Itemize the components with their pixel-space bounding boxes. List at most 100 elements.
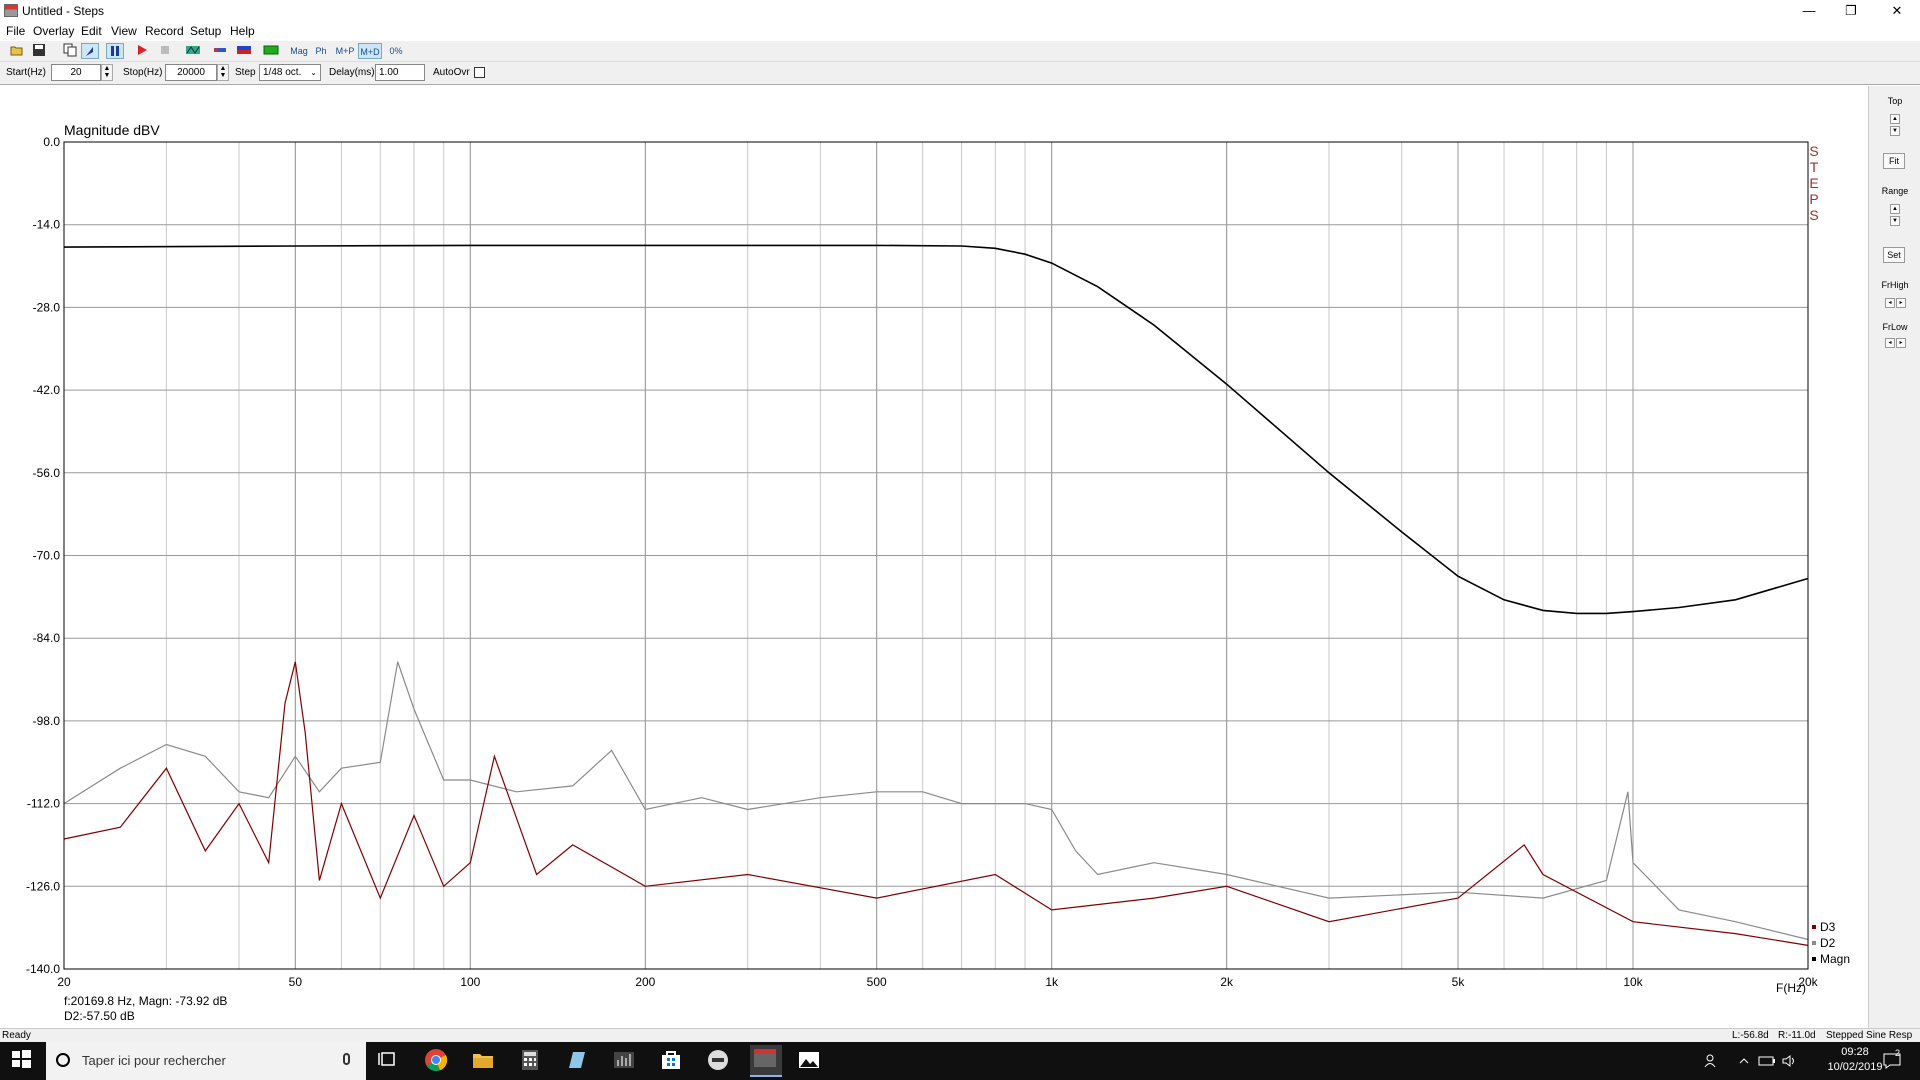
range-up-button[interactable]: ▲ [1890,204,1900,214]
watermark-letter: P [1809,191,1818,207]
step-select[interactable]: 1/48 oct. ⌄ [259,64,321,81]
frhigh-left-button[interactable]: ◂ [1885,298,1895,308]
close-button[interactable]: ✕ [1874,0,1920,22]
menu-setup[interactable]: Setup [190,24,221,38]
people-icon[interactable] [1704,1042,1720,1080]
menu-overlay[interactable]: Overlay [33,24,74,38]
stop-icon[interactable] [157,43,173,59]
mode-mag-button[interactable]: Mag [288,43,310,59]
menu-record[interactable]: Record [145,24,184,38]
x-tick-label: 1k [1045,975,1059,989]
right-panel: Top ▲ ▼ Fit Range ▲ ▼ Set FrHigh ◂ ▸ FrL… [1868,86,1920,1028]
top-down-button[interactable]: ▼ [1890,126,1900,136]
y-tick-label: 0.0 [43,135,60,149]
analyzer-icon[interactable] [612,1048,638,1074]
top-up-button[interactable]: ▲ [1890,114,1900,124]
photos-icon[interactable] [797,1048,823,1074]
save-icon[interactable] [31,43,47,59]
mode-phase-button[interactable]: Ph [313,43,329,59]
frhigh-label: FrHigh [1881,280,1909,290]
media-player-icon[interactable] [706,1048,732,1074]
speaker-icon[interactable] [1782,1042,1798,1080]
frlow-right-button[interactable]: ▸ [1896,338,1906,348]
y-tick-label: -70.0 [33,549,61,563]
delay-input[interactable]: 1.00 [375,64,425,81]
taskbar-search[interactable]: Taper ici pour rechercher [46,1042,366,1080]
windows-start-icon[interactable] [10,1048,36,1074]
x-tick-label: 500 [867,975,887,989]
watermark-letter: S [1809,143,1818,159]
frhigh-right-button[interactable]: ▸ [1896,298,1906,308]
pointer-icon[interactable] [81,43,99,59]
y-tick-label: -42.0 [33,383,61,397]
x-tick-labels: 20 50 100 200 500 1k 2k 5k 10k 20k [57,975,1818,989]
calculator-icon[interactable] [518,1048,544,1074]
title-bar: Untitled - Steps — ❐ ✕ [0,0,1920,22]
legend-label-magn: Magn [1820,952,1850,966]
range-label: Range [1881,186,1909,196]
minimize-button[interactable]: — [1786,0,1832,22]
microphone-icon[interactable] [343,1053,350,1065]
set-button[interactable]: Set [1883,247,1905,263]
autoovr-checkbox[interactable] [474,67,485,78]
step-select-value: 1/48 oct. [263,67,302,78]
clock-time: 09:28 [1841,1046,1869,1058]
stop-spinner[interactable]: ▲ ▼ [217,64,229,81]
link-icon[interactable] [211,43,229,59]
chevron-up-icon[interactable] [1738,1042,1750,1080]
pause-icon[interactable] [106,43,124,59]
y-tick-label: -98.0 [33,714,61,728]
menu-edit[interactable]: Edit [81,24,102,38]
steps-app-icon[interactable] [750,1045,782,1077]
magnitude-chart[interactable]: 0.0 -14.0 -28.0 -42.0 -56.0 -70.0 -84.0 -98.0 -1… [0,86,1868,1028]
clock[interactable]: 09:28 10/02/2019 [1820,1045,1890,1075]
copy-icon[interactable] [62,43,78,59]
search-icon [56,1053,70,1067]
x-axis-label: F(Hz) [1776,981,1806,995]
file-explorer-icon[interactable] [471,1048,497,1074]
toolbar: Mag Ph M+P M+D 0% [0,41,1920,62]
legend-swatch-d3 [1812,925,1816,929]
plot-area[interactable]: 0.0 -14.0 -28.0 -42.0 -56.0 -70.0 -84.0 -98.0 -1… [0,86,1868,1028]
stop-hz-input[interactable]: 20000 [165,64,217,81]
search-placeholder: Taper ici pour rechercher [82,1053,226,1068]
restore-button[interactable]: ❐ [1828,0,1874,22]
mode-mag-dist-button[interactable]: M+D [358,43,382,59]
notes-icon[interactable] [565,1048,591,1074]
watermark-letter: S [1809,207,1818,223]
pattern-icon[interactable] [184,43,202,59]
range-down-button[interactable]: ▼ [1890,216,1900,226]
series-line-magn [63,244,1809,615]
fit-button[interactable]: Fit [1883,153,1905,169]
cursor-readout-2: D2:-57.50 dB [64,1009,135,1023]
taskbar: Taper ici pour rechercher 09:28 10/02/20… [0,1042,1920,1080]
record-icon[interactable] [134,43,150,59]
legend: D3 D2 Magn [1812,920,1850,966]
y-tick-labels: 0.0 -14.0 -28.0 -42.0 -56.0 -70.0 -84.0 -98.0 -1… [26,135,60,976]
frlow-left-button[interactable]: ◂ [1885,338,1895,348]
params-bar: Start(Hz) 20 ▲ ▼ Stop(Hz) 20000 ▲ ▼ Step 1… [0,62,1920,85]
task-view-icon[interactable] [377,1048,403,1074]
screen-icon[interactable] [262,43,280,59]
chart-title: Magnitude dBV [64,122,160,138]
start-hz-input[interactable]: 20 [51,64,101,81]
autoovr-label: AutoOvr [433,67,470,78]
y-tick-label: -28.0 [33,300,61,314]
start-label: Start(Hz) [6,67,46,78]
x-tick-label: 20 [57,975,71,989]
start-spinner[interactable]: ▲ ▼ [101,64,113,81]
mode-mag-phase-button[interactable]: M+P [333,43,357,59]
flag-icon[interactable] [235,43,253,59]
watermark-letter: E [1809,175,1818,191]
battery-icon[interactable] [1758,1042,1776,1080]
chrome-icon[interactable] [424,1048,450,1074]
open-icon[interactable] [9,43,25,59]
menu-help[interactable]: Help [230,24,255,38]
legend-swatch-d2 [1812,941,1816,945]
notification-icon[interactable]: 2 [1882,1042,1902,1080]
x-tick-label: 2k [1220,975,1234,989]
zero-percent-button[interactable]: 0% [387,43,405,59]
store-icon[interactable] [659,1048,685,1074]
menu-view[interactable]: View [111,24,137,38]
menu-file[interactable]: File [6,24,25,38]
